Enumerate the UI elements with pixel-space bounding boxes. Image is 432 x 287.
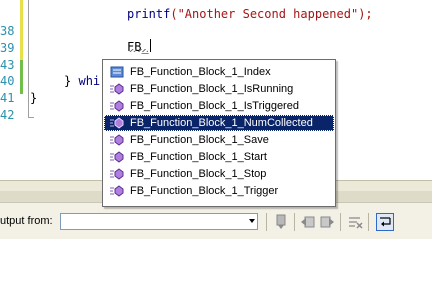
code-line-while: } whi bbox=[64, 74, 100, 88]
line-number: 40 bbox=[0, 74, 15, 88]
line-number: 42 bbox=[0, 108, 15, 122]
completion-item[interactable]: FB_Function_Block_1_IsRunning bbox=[104, 81, 334, 97]
outline-guide bbox=[28, 0, 29, 117]
previous-message-icon[interactable] bbox=[299, 213, 317, 231]
completion-item[interactable]: FB_Function_Block_1_Stop bbox=[104, 166, 334, 182]
method-icon bbox=[110, 83, 124, 95]
dropdown-arrow-icon[interactable] bbox=[249, 219, 255, 223]
enum-member-icon bbox=[110, 66, 124, 78]
completion-item-label: FB_Function_Block_1_NumCollected bbox=[130, 117, 313, 129]
saved-change-marker bbox=[20, 60, 23, 94]
unsaved-change-marker bbox=[20, 0, 23, 60]
completion-item-label: FB_Function_Block_1_IsRunning bbox=[130, 83, 294, 95]
completion-item[interactable]: FB_Function_Block_1_IsTriggered bbox=[104, 98, 334, 114]
toolbar-separator bbox=[266, 213, 267, 231]
completion-item-label: FB_Function_Block_1_Trigger bbox=[130, 185, 279, 197]
line-number-gutter: 39 40 41 42 38 43 bbox=[0, 0, 20, 180]
error-squiggle bbox=[128, 49, 148, 52]
text-caret bbox=[150, 39, 151, 52]
word-wrap-toggle-icon[interactable] bbox=[376, 213, 394, 231]
line-number: 39 bbox=[0, 41, 15, 55]
while-keyword: whi bbox=[78, 74, 101, 88]
intellisense-completion-list[interactable]: FB_Function_Block_1_Index FB_Function_Bl… bbox=[102, 59, 336, 207]
brace: } bbox=[64, 74, 72, 88]
find-message-icon[interactable] bbox=[272, 213, 290, 231]
method-icon bbox=[110, 100, 124, 112]
toolbar-separator bbox=[368, 213, 369, 231]
code-line-printf: printf("Another Second happened"); bbox=[127, 7, 373, 21]
completion-item[interactable]: FB_Function_Block_1_Trigger bbox=[104, 183, 334, 199]
output-toolbar: utput from: bbox=[0, 202, 432, 240]
line-number: 41 bbox=[0, 91, 15, 105]
method-icon bbox=[110, 117, 124, 129]
completion-item-selected[interactable]: FB_Function_Block_1_NumCollected bbox=[104, 115, 334, 131]
completion-item-label: FB_Function_Block_1_IsTriggered bbox=[130, 100, 299, 112]
output-source-dropdown[interactable] bbox=[60, 213, 258, 230]
method-icon bbox=[110, 185, 124, 197]
toolbar-separator bbox=[340, 213, 341, 231]
clear-all-icon[interactable] bbox=[346, 213, 364, 231]
completion-item[interactable]: FB_Function_Block_1_Save bbox=[104, 132, 334, 148]
line-number: 43 bbox=[0, 58, 15, 72]
method-icon bbox=[110, 134, 124, 146]
output-from-label: utput from: bbox=[0, 215, 53, 227]
method-icon bbox=[110, 168, 124, 180]
next-message-icon[interactable] bbox=[318, 213, 336, 231]
completion-item[interactable]: FB_Function_Block_1_Start bbox=[104, 149, 334, 165]
completion-item-label: FB_Function_Block_1_Stop bbox=[130, 168, 267, 180]
outline-guide-end bbox=[28, 117, 34, 118]
completion-item-label: FB_Function_Block_1_Save bbox=[130, 134, 269, 146]
method-icon bbox=[110, 151, 124, 163]
line-number: 38 bbox=[0, 24, 15, 38]
completion-item-label: FB_Function_Block_1_Start bbox=[130, 151, 267, 163]
printf-keyword: printf bbox=[127, 7, 171, 21]
code-line-close-brace: } bbox=[30, 91, 38, 105]
completion-item-label: FB_Function_Block_1_Index bbox=[130, 66, 271, 78]
output-text-area[interactable] bbox=[0, 239, 432, 287]
completion-item[interactable]: FB_Function_Block_1_Index bbox=[104, 64, 334, 80]
toolbar-separator bbox=[294, 213, 295, 231]
printf-args: ("Another Second happened"); bbox=[170, 7, 373, 21]
